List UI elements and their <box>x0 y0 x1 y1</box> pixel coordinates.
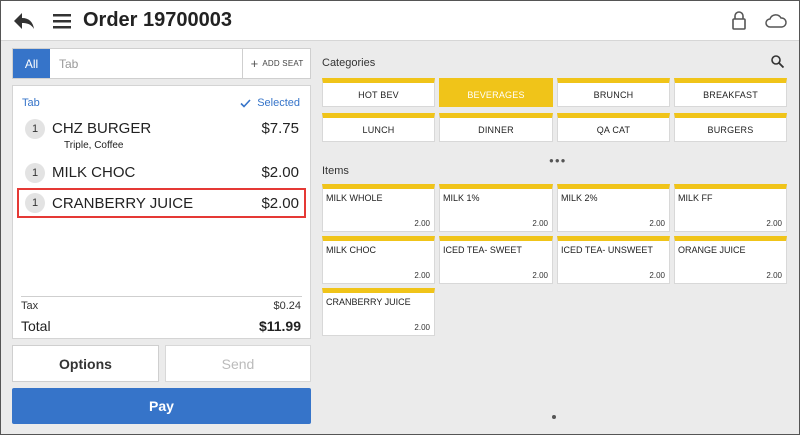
category-page-dots[interactable]: ●●● <box>549 156 567 165</box>
all-tab-button[interactable]: All <box>13 49 50 78</box>
item-tile-price: 2.00 <box>414 219 430 228</box>
category-tile-beverages[interactable]: BEVERAGES <box>439 78 553 107</box>
send-button[interactable]: Send <box>165 345 311 382</box>
item-price: $2.00 <box>261 164 299 181</box>
item-price: $2.00 <box>261 195 299 212</box>
category-tile-breakfast[interactable]: BREAKFAST <box>674 78 787 107</box>
order-line-selected[interactable]: 1 CRANBERRY JUICE $2.00 <box>17 188 306 218</box>
items-heading: Items <box>322 165 349 177</box>
hamburger-menu-icon[interactable] <box>53 12 71 30</box>
options-button[interactable]: Options <box>12 345 159 382</box>
item-tile-price: 2.00 <box>532 271 548 280</box>
item-tile[interactable]: MILK 1% 2.00 <box>439 184 553 232</box>
item-tile-name: MILK 2% <box>561 193 598 203</box>
item-tile-name: MILK CHOC <box>326 245 377 255</box>
total-value: $11.99 <box>258 318 301 334</box>
item-tile-price: 2.00 <box>414 271 430 280</box>
cloud-icon[interactable] <box>765 12 787 28</box>
tax-value: $0.24 <box>273 300 301 312</box>
item-tile[interactable]: CRANBERRY JUICE 2.00 <box>322 288 435 336</box>
order-panel: Tab Selected 1 CHZ BURGER $7.75 Triple, … <box>12 85 311 339</box>
item-tile-name: MILK 1% <box>443 193 480 203</box>
item-tile[interactable]: ORANGE JUICE 2.00 <box>674 236 787 284</box>
check-icon <box>240 98 251 108</box>
top-bar: Order 19700003 <box>1 1 799 41</box>
tab-name-input[interactable] <box>59 49 239 78</box>
search-icon[interactable] <box>771 55 784 68</box>
category-tile-brunch[interactable]: BRUNCH <box>557 78 670 107</box>
category-tile-qa-cat[interactable]: QA CAT <box>557 113 670 142</box>
item-tile-price: 2.00 <box>649 271 665 280</box>
item-tile-price: 2.00 <box>766 271 782 280</box>
item-tile-price: 2.00 <box>532 219 548 228</box>
categories-heading: Categories <box>322 57 376 69</box>
item-tile-name: ICED TEA- UNSWEET <box>561 245 653 255</box>
category-tile-hot-bev[interactable]: HOT BEV <box>322 78 435 107</box>
item-tile-price: 2.00 <box>414 323 430 332</box>
page-title: Order 19700003 <box>83 9 233 31</box>
items-page-dot[interactable] <box>552 415 556 419</box>
item-tile[interactable]: MILK WHOLE 2.00 <box>322 184 435 232</box>
item-tile-name: CRANBERRY JUICE <box>326 297 411 307</box>
quantity-badge: 1 <box>25 163 45 183</box>
plus-icon: + <box>250 56 259 71</box>
totals-divider <box>21 296 302 297</box>
category-tile-lunch[interactable]: LUNCH <box>322 113 435 142</box>
order-line[interactable]: 1 MILK CHOC $2.00 <box>17 162 306 186</box>
item-tile[interactable]: ICED TEA- SWEET 2.00 <box>439 236 553 284</box>
category-tile-dinner[interactable]: DINNER <box>439 113 553 142</box>
add-seat-label: ADD SEAT <box>262 59 304 68</box>
item-name: CHZ BURGER <box>52 120 152 137</box>
item-price: $7.75 <box>261 120 299 137</box>
selected-label: Selected <box>257 97 300 109</box>
item-tile[interactable]: ICED TEA- UNSWEET 2.00 <box>557 236 670 284</box>
quantity-badge: 1 <box>25 193 45 213</box>
item-name: CRANBERRY JUICE <box>52 195 194 212</box>
item-tile-name: MILK FF <box>678 193 713 203</box>
item-modifiers: Triple, Coffee <box>64 140 124 151</box>
item-tile[interactable]: MILK CHOC 2.00 <box>322 236 435 284</box>
pay-button[interactable]: Pay <box>12 388 311 424</box>
category-tile-burgers[interactable]: BURGERS <box>674 113 787 142</box>
add-seat-button[interactable]: + ADD SEAT <box>242 49 311 78</box>
item-tile-price: 2.00 <box>649 219 665 228</box>
tab-header[interactable]: Tab <box>22 97 40 109</box>
selected-indicator[interactable]: Selected <box>240 97 300 109</box>
item-tile-name: MILK WHOLE <box>326 193 383 203</box>
lock-icon[interactable] <box>731 10 747 30</box>
order-line[interactable]: 1 CHZ BURGER $7.75 Triple, Coffee <box>17 118 306 152</box>
tax-label: Tax <box>21 300 39 312</box>
item-tile[interactable]: MILK 2% 2.00 <box>557 184 670 232</box>
total-label: Total <box>21 318 51 334</box>
item-name: MILK CHOC <box>52 164 136 181</box>
item-tile-price: 2.00 <box>766 219 782 228</box>
pos-window: Order 19700003 All + ADD SEAT Tab Select… <box>0 0 800 435</box>
back-arrow-icon[interactable] <box>13 11 35 31</box>
tab-bar: All + ADD SEAT <box>12 48 311 79</box>
item-tile-name: ORANGE JUICE <box>678 245 746 255</box>
item-tile-name: ICED TEA- SWEET <box>443 245 522 255</box>
item-tile[interactable]: MILK FF 2.00 <box>674 184 787 232</box>
quantity-badge: 1 <box>25 119 45 139</box>
